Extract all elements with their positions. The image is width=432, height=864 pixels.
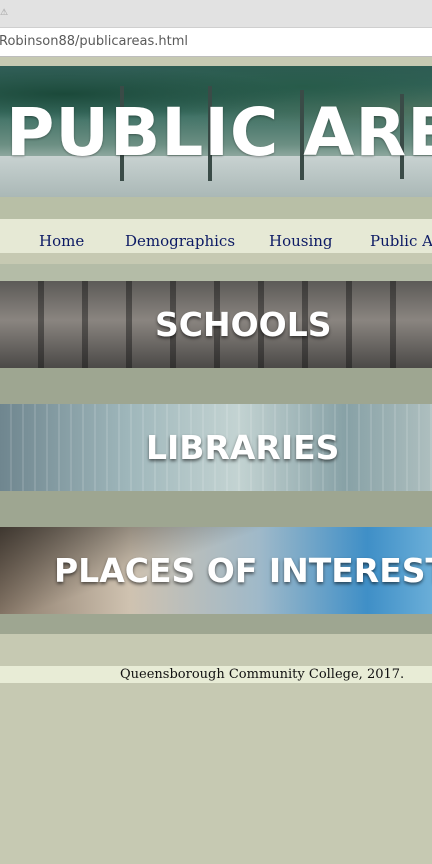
divider-band [0, 264, 432, 281]
divider-band [0, 197, 432, 219]
divider-band [0, 253, 432, 264]
section-banner-schools[interactable]: SCHOOLS [0, 281, 432, 368]
divider-band [0, 614, 432, 634]
browser-toolbar: ⚠ [0, 0, 432, 28]
divider-band [0, 368, 432, 404]
divider-band [0, 491, 432, 527]
main-nav: Home Demographics Housing Public Ar [0, 219, 432, 253]
section-banner-libraries[interactable]: LIBRARIES [0, 404, 432, 491]
warning-icon: ⚠ [0, 8, 9, 18]
nav-link-housing[interactable]: Housing [269, 232, 333, 250]
section-label-places-of-interest: PLACES OF INTEREST [54, 551, 432, 590]
spacer [0, 57, 432, 66]
footer: Queensborough Community College, 2017. [0, 666, 432, 683]
section-label-schools: SCHOOLS [155, 305, 332, 344]
section-label-libraries: LIBRARIES [146, 428, 340, 467]
page-title: PUBLIC AREAS [6, 94, 432, 171]
nav-link-demographics[interactable]: Demographics [125, 232, 235, 250]
nav-link-public-areas[interactable]: Public Ar [370, 232, 432, 250]
address-bar[interactable]: Robinson88/publicareas.html [0, 28, 432, 57]
url-text[interactable]: Robinson88/publicareas.html [0, 34, 188, 49]
footer-text: Queensborough Community College, 2017. [120, 667, 405, 682]
spacer [0, 634, 432, 666]
header-banner: PUBLIC AREAS [0, 66, 432, 197]
nav-link-home[interactable]: Home [39, 232, 84, 250]
section-banner-places-of-interest[interactable]: PLACES OF INTEREST [0, 527, 432, 614]
